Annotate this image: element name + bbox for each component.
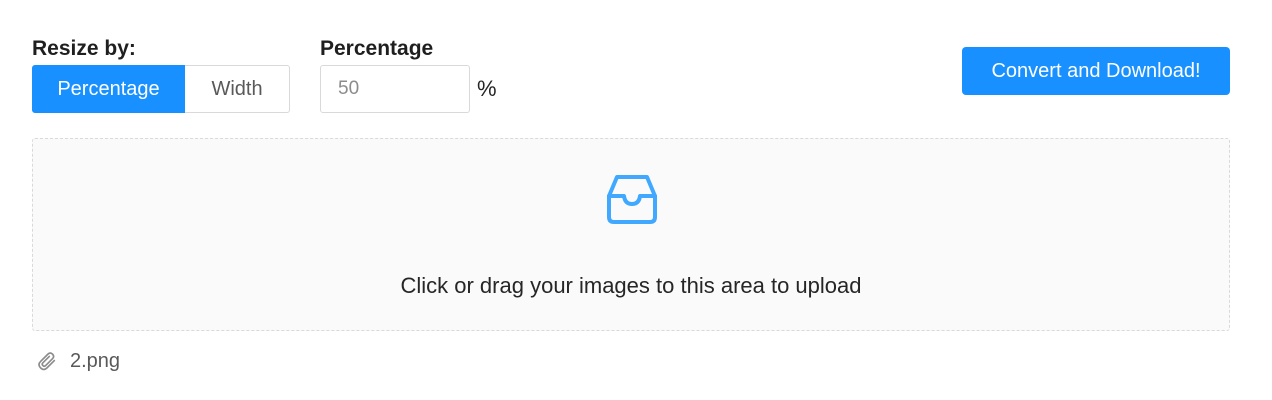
resize-option-percentage[interactable]: Percentage	[32, 65, 185, 113]
file-name: 2.png	[70, 349, 121, 372]
percent-suffix: %	[477, 76, 497, 101]
percentage-input[interactable]	[320, 65, 470, 113]
resize-option-width[interactable]: Width	[185, 65, 290, 113]
resize-mode-toggle: Percentage Width	[32, 65, 290, 113]
upload-instruction-text: Click or drag your images to this area t…	[400, 273, 862, 298]
resize-by-label: Resize by:	[32, 37, 136, 60]
uploaded-file-item[interactable]: 2.png	[36, 348, 120, 374]
inbox-icon	[607, 175, 657, 224]
upload-dropzone[interactable]: Click or drag your images to this area t…	[32, 138, 1230, 331]
convert-and-download-button[interactable]: Convert and Download!	[962, 47, 1230, 95]
paperclip-icon	[38, 352, 56, 371]
percentage-label: Percentage	[320, 37, 434, 60]
resize-tool-page: Resize by: Percentage Width Percentage %…	[0, 0, 1272, 400]
